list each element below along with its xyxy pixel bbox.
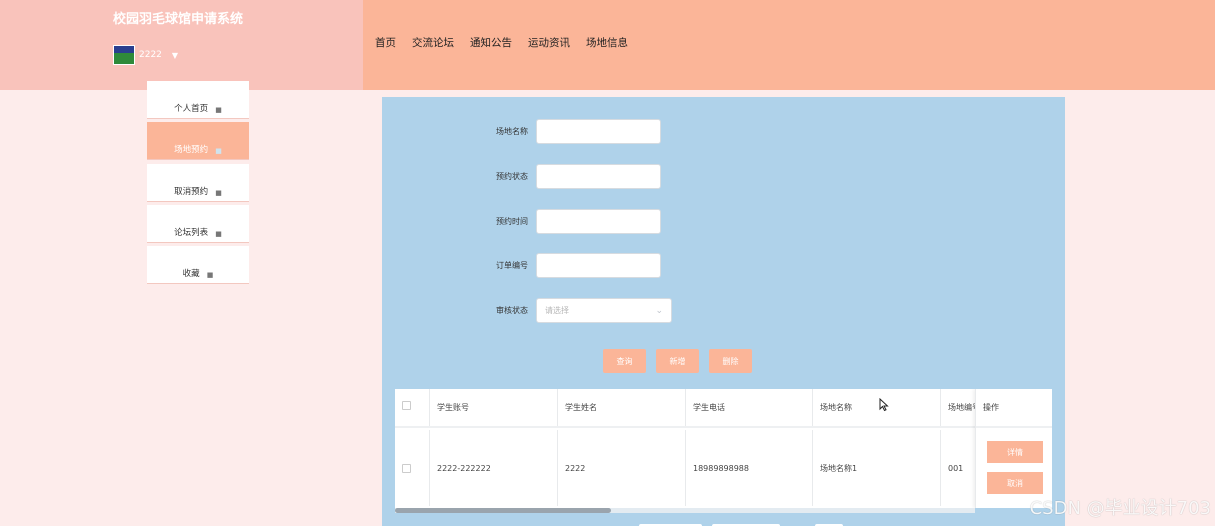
sidebar-item-favorites[interactable]: 收藏 ■ bbox=[147, 246, 249, 284]
booking-status-input[interactable] bbox=[536, 164, 661, 189]
mouse-cursor-icon bbox=[879, 398, 889, 412]
user-menu[interactable]: 2222 ▼ bbox=[113, 45, 178, 65]
sidebar-item-label: 场地预约 bbox=[174, 145, 209, 155]
field-label: 订单编号 bbox=[496, 261, 528, 270]
table-cell: 2222 bbox=[558, 430, 686, 506]
sidebar-item-profile[interactable]: 个人首页 ■ bbox=[147, 81, 249, 119]
user-icon: ■ bbox=[215, 189, 222, 197]
action-buttons: 查询 新增 删除 bbox=[603, 349, 752, 373]
user-icon: ■ bbox=[215, 106, 222, 114]
field-label: 预约时间 bbox=[496, 217, 528, 226]
operation-column: 操作 详情 取消 bbox=[975, 389, 1052, 508]
nav-news[interactable]: 运动资讯 bbox=[528, 35, 570, 50]
row-checkbox-cell bbox=[395, 430, 430, 506]
main-panel: 场地名称 预约状态 预约时间 订单编号 审核状态 请选择 ⌄ 查询 新增 删除 … bbox=[382, 97, 1065, 526]
chevron-down-icon[interactable]: ▼ bbox=[172, 51, 178, 60]
delete-button[interactable]: 删除 bbox=[709, 349, 752, 373]
table-row[interactable]: 2222-222222 2222 18989898988 场地名称1 001 bbox=[395, 430, 1052, 506]
sidebar-item-label: 取消预约 bbox=[174, 187, 209, 197]
nav-home[interactable]: 首页 bbox=[375, 35, 396, 50]
scrollbar-thumb[interactable] bbox=[395, 508, 611, 513]
form-row-order-number: 订单编号 bbox=[382, 253, 661, 278]
form-row-booking-status: 预约状态 bbox=[382, 164, 661, 189]
top-nav: 首页 交流论坛 通知公告 运动资讯 场地信息 bbox=[375, 35, 644, 50]
table-header: 学生账号 学生姓名 学生电话 场地名称 场地编号 bbox=[395, 389, 1052, 428]
booking-time-input[interactable] bbox=[536, 209, 661, 234]
sidebar-item-forum-list[interactable]: 论坛列表 ■ bbox=[147, 205, 249, 243]
table-cell: 18989898988 bbox=[686, 430, 813, 506]
column-header[interactable]: 场地名称 bbox=[813, 389, 941, 426]
watermark: CSDN @毕业设计703 bbox=[1029, 498, 1211, 519]
table-scrollbar[interactable] bbox=[395, 508, 975, 513]
nav-notice[interactable]: 通知公告 bbox=[470, 35, 512, 50]
select-placeholder: 请选择 bbox=[545, 306, 569, 315]
sidebar-item-cancel-booking[interactable]: 取消预约 ■ bbox=[147, 164, 249, 202]
review-status-select[interactable]: 请选择 ⌄ bbox=[536, 298, 672, 323]
sidebar-item-label: 收藏 bbox=[182, 269, 200, 279]
venue-name-input[interactable] bbox=[536, 119, 661, 144]
sidebar-item-label: 论坛列表 bbox=[174, 228, 209, 238]
form-row-venue-name: 场地名称 bbox=[382, 119, 661, 144]
table-cell: 2222-222222 bbox=[430, 430, 558, 506]
form-row-review-status: 审核状态 请选择 ⌄ bbox=[382, 298, 672, 323]
field-label: 预约状态 bbox=[496, 172, 528, 181]
form-row-booking-time: 预约时间 bbox=[382, 209, 661, 234]
nav-forum[interactable]: 交流论坛 bbox=[412, 35, 454, 50]
nav-venue-info[interactable]: 场地信息 bbox=[586, 35, 628, 50]
sidebar-item-label: 个人首页 bbox=[174, 104, 209, 114]
field-label: 审核状态 bbox=[496, 306, 528, 315]
column-header[interactable]: 学生电话 bbox=[686, 389, 813, 426]
column-header[interactable]: 学生姓名 bbox=[558, 389, 686, 426]
table-cell: 场地名称1 bbox=[813, 430, 941, 506]
column-header[interactable]: 学生账号 bbox=[430, 389, 558, 426]
booking-table: 学生账号 学生姓名 学生电话 场地名称 场地编号 2222-222222 222… bbox=[395, 389, 1052, 508]
user-icon: ■ bbox=[215, 147, 222, 155]
username: 2222 bbox=[139, 50, 162, 60]
avatar bbox=[113, 45, 135, 65]
row-checkbox[interactable] bbox=[402, 463, 411, 473]
detail-button[interactable]: 详情 bbox=[987, 441, 1043, 463]
order-number-input[interactable] bbox=[536, 253, 661, 278]
sidebar-item-venue-booking[interactable]: 场地预约 ■ bbox=[147, 122, 249, 160]
cancel-button[interactable]: 取消 bbox=[987, 472, 1043, 494]
add-button[interactable]: 新增 bbox=[656, 349, 699, 373]
column-header: 操作 bbox=[976, 389, 1052, 428]
app-title: 校园羽毛球馆申请系统 bbox=[113, 12, 244, 27]
user-icon: ■ bbox=[215, 230, 222, 238]
select-all-checkbox[interactable] bbox=[402, 401, 411, 410]
query-button[interactable]: 查询 bbox=[603, 349, 646, 373]
chevron-down-icon: ⌄ bbox=[655, 305, 663, 316]
field-label: 场地名称 bbox=[496, 127, 528, 136]
user-icon: ■ bbox=[206, 271, 214, 279]
select-all-cell bbox=[395, 389, 430, 426]
